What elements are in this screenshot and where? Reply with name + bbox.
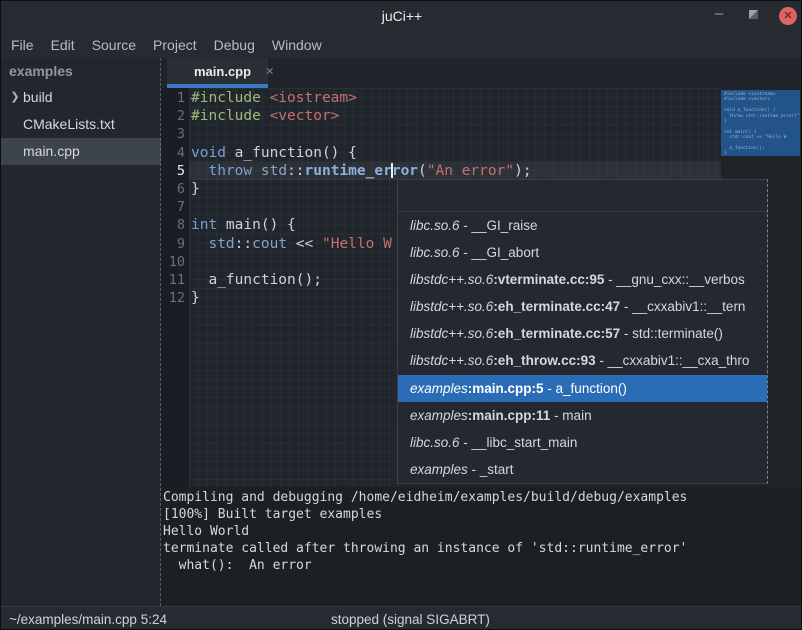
code-line: 2 #include <vector> [161,107,721,125]
window-title: juCi++ [1,1,802,31]
line-number: 9 [161,235,187,253]
code-token: runtime_er [305,163,392,179]
code-token: int [191,217,217,233]
backtrace-row[interactable]: libc.so.6 - __GI_abort [398,239,767,266]
project-name: examples [1,58,161,84]
sidebar-item-label: main.cpp [23,138,80,165]
menu-bar: File Edit Source Project Debug Window [1,31,802,58]
line-number: 11 [161,271,187,289]
code-token: #include [191,108,261,124]
menu-file[interactable]: File [11,37,34,53]
line-number: 1 [161,89,187,107]
code-line: 1 #include <iostream> [161,89,721,107]
code-token: throw [208,163,252,179]
code-preview-tooltip: #include <iostream> #include <vector> vo… [721,90,800,156]
code-token: "Hello W [322,236,392,252]
code-token: "An error" [427,163,514,179]
sidebar-item-main-cpp[interactable]: main.cpp [1,138,161,165]
backtrace-row[interactable]: examples - _start [398,456,767,483]
line-number: 10 [161,253,187,271]
menu-window[interactable]: Window [272,37,322,53]
menu-debug[interactable]: Debug [214,37,255,53]
line-number: 3 [161,125,187,143]
tab-main-cpp[interactable]: main.cpp ✕ [167,58,268,88]
sidebar-item-build[interactable]: ❯ build [1,84,161,111]
sidebar-item-label: CMakeLists.txt [23,111,115,138]
backtrace-row[interactable]: libstdc++.so.6:eh_terminate.cc:47 - __cx… [398,293,767,320]
line-number: 8 [161,216,187,234]
tab-close-icon[interactable]: ✕ [265,65,274,78]
status-file-location: ~/examples/main.cpp 5:24 [9,607,167,630]
backtrace-row-empty[interactable] [398,180,767,212]
backtrace-row[interactable]: libstdc++.so.6:vterminate.cc:95 - __gnu_… [398,266,767,293]
file-tree-sidebar: examples ❯ build CMakeLists.txt main.cpp [1,58,161,606]
code-line: 4 void a_function() { [161,144,721,162]
pane-separator[interactable] [160,58,161,606]
terminal-text: Compiling and debugging /home/eidheim/ex… [161,487,802,574]
code-line-current: 5 throw std::runtime_error("An error"); [161,162,721,180]
sidebar-item-label: build [23,84,53,111]
code-token: <iostream> [270,90,357,106]
backtrace-row[interactable]: libc.so.6 - __GI_raise [398,212,767,239]
line-number: 6 [161,180,187,198]
code-token: void [191,145,226,161]
code-line: 3 [161,125,721,143]
code-preview-text: #include <iostream> #include <vector> vo… [721,90,800,156]
status-bar: ~/examples/main.cpp 5:24 stopped (signal… [1,606,802,630]
chevron-right-icon[interactable]: ❯ [7,84,23,111]
backtrace-row[interactable]: libstdc++.so.6:eh_throw.cc:93 - __cxxabi… [398,347,767,374]
minimize-button[interactable]: – [709,4,729,24]
tab-bar: main.cpp ✕ [161,58,802,88]
menu-project[interactable]: Project [153,37,197,53]
line-number: 12 [161,289,187,307]
backtrace-popup: libc.so.6 - __GI_raise libc.so.6 - __GI_… [397,179,768,484]
backtrace-row[interactable]: libstdc++.so.6:eh_terminate.cc:57 - std:… [398,320,767,347]
title-bar[interactable]: juCi++ – ✕ [1,1,802,31]
code-token: #include [191,90,261,106]
code-token: cout [252,236,287,252]
tab-label: main.cpp [194,64,251,79]
line-number: 2 [161,107,187,125]
menu-source[interactable]: Source [92,37,136,53]
code-token: std [261,163,287,179]
status-debug-state: stopped (signal SIGABRT) [331,607,490,630]
close-button[interactable]: ✕ [779,7,797,25]
app-window: juCi++ – ✕ File Edit Source Project Debu… [0,0,802,630]
code-token: std [208,236,234,252]
line-number: 7 [161,198,187,216]
code-token: <vector> [270,108,340,124]
menu-edit[interactable]: Edit [51,37,75,53]
line-number: 5 [161,162,187,180]
backtrace-row[interactable]: libc.so.6 - __libc_start_main [398,429,767,456]
backtrace-row[interactable]: examples:main.cpp:11 - main [398,402,767,429]
backtrace-row-selected[interactable]: examples:main.cpp:5 - a_function() [398,375,767,402]
restore-button[interactable] [749,10,758,19]
code-token: ror [392,163,418,179]
line-number: 4 [161,144,187,162]
sidebar-item-cmakelists[interactable]: CMakeLists.txt [1,111,161,138]
terminal-output[interactable]: Compiling and debugging /home/eidheim/ex… [161,487,802,606]
